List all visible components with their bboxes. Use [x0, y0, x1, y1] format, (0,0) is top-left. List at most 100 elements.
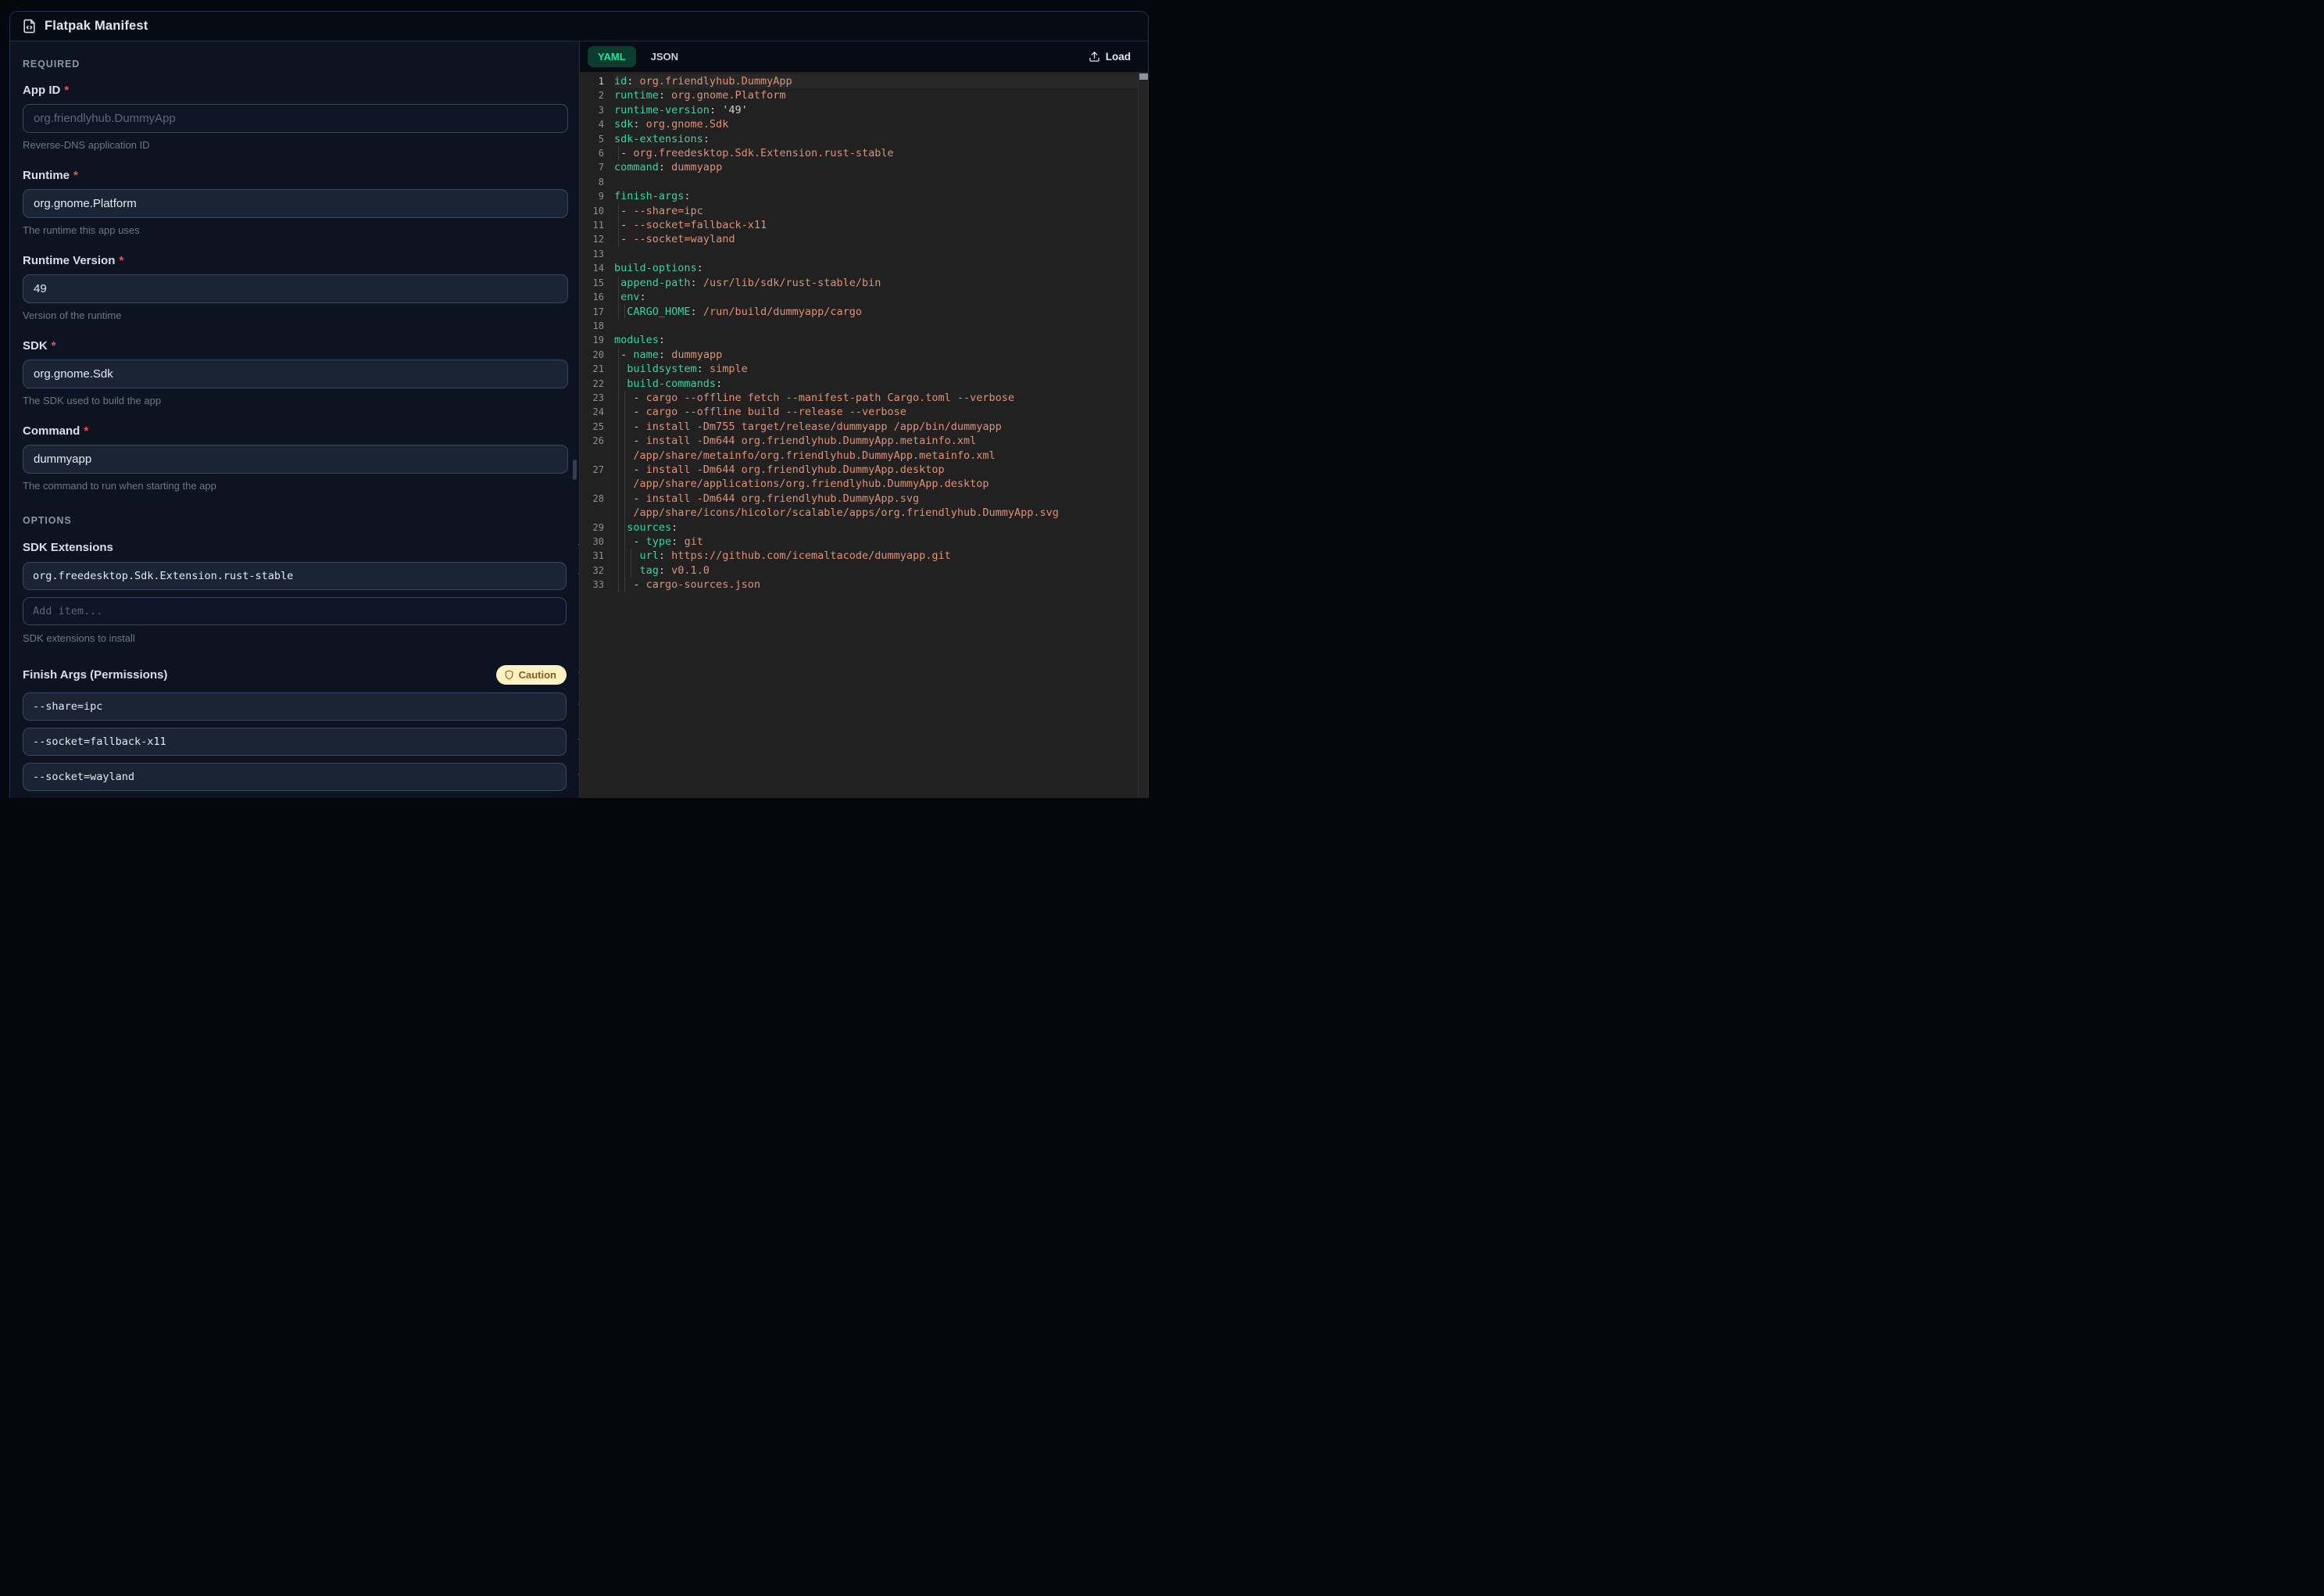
- code-line: modules:: [614, 333, 1138, 347]
- code-line: build-options:: [614, 261, 1138, 275]
- runtime-input[interactable]: [23, 189, 568, 218]
- section-label-required: REQUIRED: [23, 59, 568, 70]
- required-asterisk: *: [84, 424, 88, 438]
- line-number: 26: [580, 434, 614, 463]
- code-line: build-commands:: [614, 377, 1138, 391]
- command-input[interactable]: [23, 445, 568, 474]
- field-label: Runtime*: [23, 169, 568, 182]
- editor-scrollbar[interactable]: [1138, 72, 1148, 798]
- required-asterisk: *: [52, 339, 56, 352]
- yaml-code-viewer: 1id: org.friendlyhub.DummyApp2runtime: o…: [580, 72, 1148, 798]
- app-id-input[interactable]: [23, 104, 568, 133]
- code-line: - --socket=wayland: [614, 232, 1138, 246]
- line-number: 32: [580, 564, 614, 578]
- line-number: 16: [580, 290, 614, 304]
- code-line: buildsystem: simple: [614, 362, 1138, 376]
- code-grid: 1id: org.friendlyhub.DummyApp2runtime: o…: [580, 74, 1138, 592]
- code-line: - install -Dm644 org.friendlyhub.DummyAp…: [614, 434, 1138, 463]
- editor-scrollbar-thumb[interactable]: [1139, 73, 1148, 80]
- file-code-icon: [22, 19, 37, 34]
- field-help: The SDK used to build the app: [23, 395, 568, 406]
- line-number: 8: [580, 175, 614, 189]
- code-line: - cargo-sources.json: [614, 578, 1138, 592]
- sdk-extensions-help: SDK extensions to install: [23, 632, 568, 644]
- code-line: [614, 319, 1138, 333]
- caution-badge: Caution: [496, 665, 567, 685]
- code-line: - cargo --offline fetch --manifest-path …: [614, 391, 1138, 405]
- field-app-id: App ID* Reverse-DNS application ID: [23, 84, 568, 151]
- manifest-preview-panel: YAML JSON Load 1id: org.friendlyhub.Dumm…: [579, 41, 1148, 798]
- code-line: - install -Dm755 target/release/dummyapp…: [614, 420, 1138, 434]
- code-line: tag: v0.1.0: [614, 564, 1138, 578]
- manifest-form-panel: REQUIRED App ID*Reverse-DNS application …: [10, 41, 579, 798]
- code-line: url: https://github.com/icemaltacode/dum…: [614, 549, 1138, 563]
- form-scrollbar[interactable]: [572, 41, 577, 798]
- code-line: [614, 175, 1138, 189]
- preview-tabbar: YAML JSON Load: [580, 41, 1148, 72]
- field-label: Command*: [23, 424, 568, 438]
- page-title: Flatpak Manifest: [45, 19, 148, 34]
- finish-arg-item-input[interactable]: [23, 728, 567, 756]
- line-number: 11: [580, 218, 614, 232]
- line-number: 12: [580, 232, 614, 246]
- field-runtime: Runtime* The runtime this app uses: [23, 169, 568, 236]
- code-line: command: dummyapp: [614, 160, 1138, 174]
- tab-yaml[interactable]: YAML: [588, 46, 636, 67]
- finish-arg-item-input[interactable]: [23, 692, 567, 721]
- code-line: finish-args:: [614, 189, 1138, 203]
- field-runtime-version: Runtime Version*Version of the runtime: [23, 254, 568, 321]
- required-fields: App ID*Reverse-DNS application IDRuntime…: [23, 84, 568, 492]
- finish-arg-item-input[interactable]: [23, 763, 567, 791]
- code-line: - install -Dm644 org.friendlyhub.DummyAp…: [614, 492, 1138, 521]
- sdk-extension-add-row: [23, 597, 579, 625]
- sdk-extension-item-input[interactable]: [23, 562, 567, 590]
- field-label-text: SDK: [23, 339, 48, 352]
- code-line: - type: git: [614, 535, 1138, 549]
- line-number: 33: [580, 578, 614, 592]
- sdk-extensions-list: [23, 562, 568, 625]
- field-label-text: App ID: [23, 84, 60, 97]
- line-number: 5: [580, 132, 614, 146]
- finish-arg-row: [23, 728, 579, 756]
- field-help: Reverse-DNS application ID: [23, 139, 568, 151]
- code-line: - --share=ipc: [614, 204, 1138, 218]
- form-scrollbar-thumb[interactable]: [573, 460, 577, 480]
- sdk-extension-add-input[interactable]: [23, 597, 567, 625]
- required-asterisk: *: [119, 254, 123, 267]
- runtime-version-input[interactable]: [23, 274, 568, 303]
- line-number: 14: [580, 261, 614, 275]
- line-number: 6: [580, 146, 614, 160]
- field-label: Runtime Version*: [23, 254, 568, 267]
- code-line: CARGO_HOME: /run/build/dummyapp/cargo: [614, 305, 1138, 319]
- code-line: - --socket=fallback-x11: [614, 218, 1138, 232]
- line-number: 13: [580, 247, 614, 261]
- field-label: App ID*: [23, 84, 568, 97]
- code-line: runtime-version: '49': [614, 103, 1138, 117]
- line-number: 24: [580, 405, 614, 419]
- line-number: 20: [580, 348, 614, 362]
- load-button-label: Load: [1106, 51, 1131, 63]
- code-line: sources:: [614, 521, 1138, 535]
- shield-icon: [504, 670, 514, 680]
- code-line: sdk: org.gnome.Sdk: [614, 117, 1138, 131]
- line-number: 3: [580, 103, 614, 117]
- sdk-extensions-label: SDK Extensions: [23, 541, 113, 554]
- window-header: Flatpak Manifest: [10, 12, 1148, 41]
- line-number: 23: [580, 391, 614, 405]
- tab-json[interactable]: JSON: [641, 46, 688, 67]
- caution-badge-label: Caution: [519, 669, 556, 681]
- line-number: 29: [580, 521, 614, 535]
- code-line: sdk-extensions:: [614, 132, 1138, 146]
- finish-arg-row: [23, 763, 579, 791]
- field-help: The command to run when starting the app: [23, 480, 568, 492]
- code-line: - org.freedesktop.Sdk.Extension.rust-sta…: [614, 146, 1138, 160]
- finish-args-label: Finish Args (Permissions): [23, 668, 167, 682]
- flatpak-manifest-card: Flatpak Manifest REQUIRED App ID*Reverse…: [9, 11, 1149, 798]
- field-help: The runtime this app uses: [23, 224, 568, 236]
- line-number: 9: [580, 189, 614, 203]
- load-button[interactable]: Load: [1084, 50, 1135, 63]
- line-number: 19: [580, 333, 614, 347]
- code-line: [614, 247, 1138, 261]
- line-number: 15: [580, 276, 614, 290]
- sdk-input[interactable]: [23, 360, 568, 388]
